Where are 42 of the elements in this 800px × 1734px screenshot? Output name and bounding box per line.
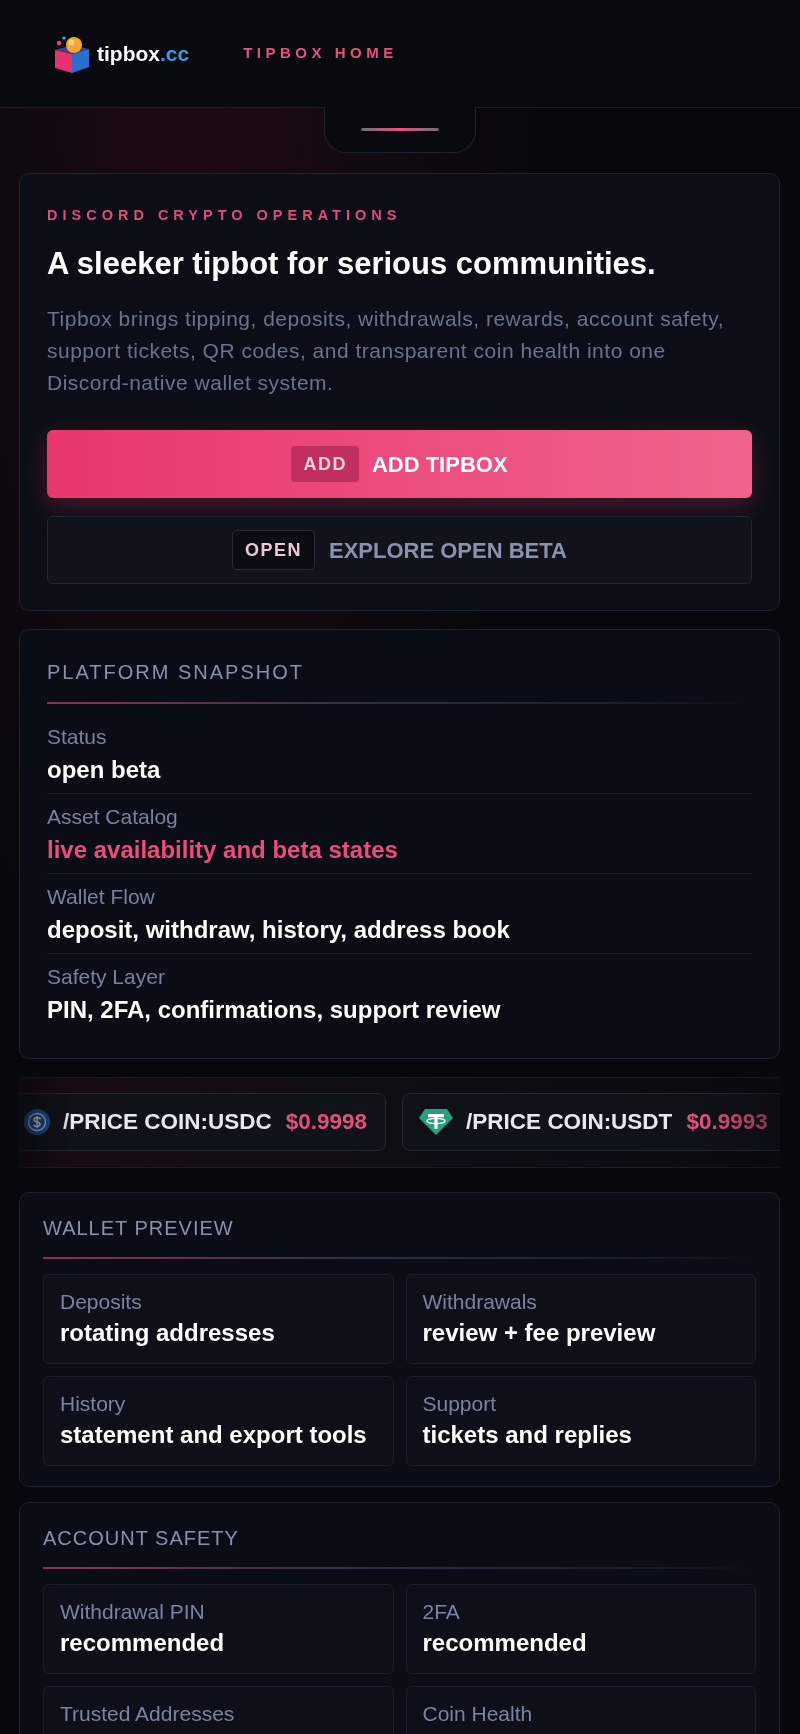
field-value: open beta	[47, 756, 162, 784]
field-label: Wallet Flow	[47, 885, 156, 909]
tile-label: History	[60, 1392, 127, 1416]
section-title: ACCOUNT SAFETY	[43, 1526, 240, 1550]
nav-link[interactable]: TIPBOX HOME	[243, 42, 398, 65]
button-tag: OPEN	[232, 530, 315, 570]
command-text: /PRICE COIN:USDT	[466, 1108, 673, 1137]
button-tag: ADD	[291, 446, 359, 482]
secondary-button[interactable]: OPEN EXPLORE OPEN BETA	[47, 516, 752, 584]
hero-title: A sleeker tipbot for serious communities.	[47, 247, 657, 281]
field-label: Safety Layer	[47, 965, 166, 989]
tile-label: Trusted Addresses	[60, 1702, 236, 1726]
tile-label: 2FA	[422, 1600, 461, 1624]
field-label: Status	[47, 725, 108, 749]
tile-label: Deposits	[60, 1290, 143, 1314]
price-text: $0.9998	[285, 1108, 368, 1137]
field-label: Asset Catalog	[47, 805, 179, 829]
tile-value: tickets and replies	[422, 1421, 633, 1449]
hero-description: Tipbox brings tipping, deposits, withdrawals, rewards, account safety, support tickets, QR codes, and transparent coin health into one Discord-native wallet system.	[47, 306, 725, 396]
logo-wordmark: tipbox.cc	[97, 43, 190, 64]
tile-label: Support	[422, 1392, 498, 1416]
tile-value: review + fee preview	[422, 1319, 657, 1347]
tile-value: statement and export tools	[60, 1421, 368, 1449]
price-text: $0.9993	[686, 1108, 768, 1137]
tile-label: Withdrawal PIN	[60, 1600, 206, 1624]
dollar-coin-icon	[24, 1109, 50, 1135]
section-title: PLATFORM SNAPSHOT	[47, 660, 305, 684]
section-title: WALLET PREVIEW	[43, 1216, 235, 1240]
field-value: deposit, withdraw, history, address book	[47, 916, 511, 944]
primary-button[interactable]: ADD ADD TIPBOX	[47, 430, 752, 498]
drawer-handle[interactable]	[324, 107, 476, 153]
tile-value: recommended	[422, 1629, 588, 1657]
tile-value: rotating addresses	[60, 1319, 276, 1347]
grip-line-icon	[361, 128, 439, 131]
eyebrow-text: DISCORD CRYPTO OPERATIONS	[47, 207, 403, 223]
field-value: PIN, 2FA, confirmations, support review	[47, 996, 502, 1024]
tile-label: Coin Health	[422, 1702, 534, 1726]
command-text: /PRICE COIN:USDC	[63, 1108, 272, 1137]
tile-value: recommended	[60, 1629, 226, 1657]
diamond-coin-icon	[419, 1108, 454, 1136]
tile-label: Withdrawals	[422, 1290, 538, 1314]
field-value: live availability and beta states	[47, 836, 399, 864]
